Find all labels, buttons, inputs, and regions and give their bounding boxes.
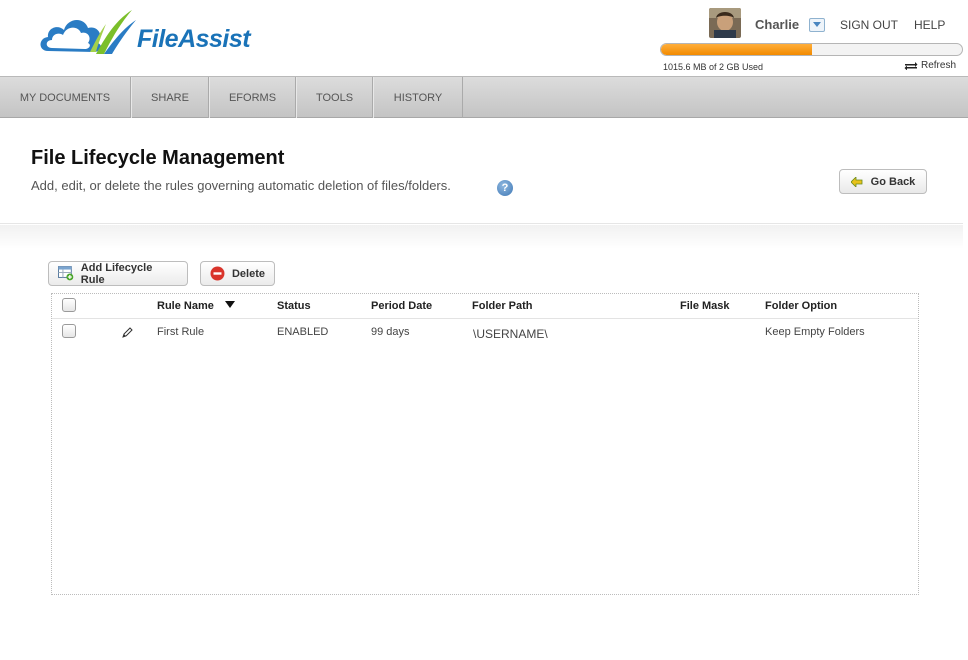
- go-back-label: Go Back: [870, 175, 916, 188]
- tab-eforms[interactable]: EFORMS: [209, 77, 296, 118]
- sign-out-link[interactable]: SIGN OUT: [840, 18, 898, 32]
- header: FileAssist Charlie SIGN OUT HELP 1015.6 …: [0, 0, 968, 76]
- user-menu-toggle[interactable]: [809, 18, 825, 32]
- storage-quota-fill: [661, 44, 812, 55]
- avatar-image: [709, 8, 741, 38]
- help-icon[interactable]: ?: [497, 180, 513, 196]
- tab-share[interactable]: SHARE: [131, 77, 209, 118]
- go-back-button[interactable]: Go Back: [839, 169, 927, 194]
- main-content: File Lifecycle Management Add, edit, or …: [0, 118, 968, 660]
- storage-quota-label: 1015.6 MB of 2 GB Used: [663, 62, 764, 72]
- page-subtitle: Add, edit, or delete the rules governing…: [31, 178, 451, 193]
- add-lifecycle-rule-button[interactable]: Add Lifecycle Rule: [48, 261, 188, 286]
- refresh-label: Refresh: [921, 60, 957, 71]
- page-title: File Lifecycle Management: [31, 147, 285, 169]
- cell-period-date: 99 days: [371, 326, 410, 338]
- minus-circle-icon: [210, 266, 225, 281]
- app-name: FileAssist: [137, 25, 251, 53]
- refresh-button[interactable]: Refresh: [904, 60, 956, 71]
- cloud-logo-icon: [40, 10, 136, 54]
- row-checkbox[interactable]: [62, 324, 76, 338]
- avatar[interactable]: [709, 8, 741, 38]
- username: Charlie: [755, 17, 800, 32]
- delete-label: Delete: [231, 267, 265, 280]
- table-row[interactable]: First Rule ENABLED 99 days \USERNAME\ Ke…: [52, 294, 918, 344]
- chevron-down-icon: [813, 22, 821, 27]
- storage-quota-bar: [660, 43, 963, 56]
- cell-rule-name: First Rule: [157, 326, 205, 338]
- tab-history[interactable]: HISTORY: [373, 77, 463, 118]
- cell-folder-path: \USERNAME\: [473, 327, 548, 341]
- app-logo[interactable]: FileAssist: [38, 6, 278, 58]
- title-panel: File Lifecycle Management Add, edit, or …: [0, 118, 963, 224]
- pencil-icon[interactable]: [122, 327, 133, 338]
- arrow-left-icon: [850, 176, 863, 187]
- add-table-icon: [58, 266, 74, 281]
- cell-folder-option: Keep Empty Folders: [765, 326, 865, 338]
- delete-button[interactable]: Delete: [200, 261, 275, 286]
- help-link[interactable]: HELP: [914, 18, 945, 32]
- refresh-icon: [904, 62, 918, 70]
- lifecycle-rules-table: Rule Name Status Period Date Folder Path…: [51, 293, 919, 595]
- tab-tools[interactable]: TOOLS: [296, 77, 373, 118]
- tab-my-documents[interactable]: MY DOCUMENTS: [0, 77, 131, 118]
- add-lifecycle-rule-label: Add Lifecycle Rule: [80, 261, 153, 286]
- cell-status: ENABLED: [277, 326, 329, 338]
- main-nav: MY DOCUMENTS SHARE EFORMS TOOLS HISTORY: [0, 76, 968, 118]
